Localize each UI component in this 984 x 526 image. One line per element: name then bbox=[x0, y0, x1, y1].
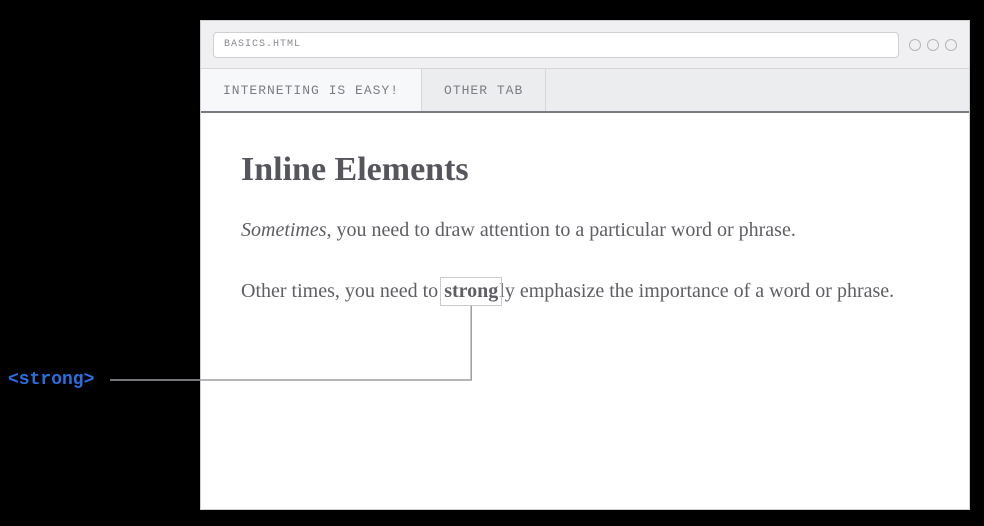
window-controls bbox=[909, 39, 957, 51]
page-title: Inline Elements bbox=[241, 151, 929, 189]
page-content: Inline Elements Sometimes, you need to d… bbox=[201, 113, 969, 375]
paragraph-1: Sometimes, you need to draw attention to… bbox=[241, 215, 929, 246]
paragraph-text: ly emphasize the importance of a word or… bbox=[499, 280, 894, 302]
tab-label: OTHER TAB bbox=[444, 83, 523, 98]
tab-active[interactable]: INTERNETING IS EASY! bbox=[201, 69, 422, 111]
tabs-row: INTERNETING IS EASY! OTHER TAB bbox=[201, 69, 969, 113]
tab-label: INTERNETING IS EASY! bbox=[223, 83, 399, 98]
browser-window: BASICS.HTML INTERNETING IS EASY! OTHER T… bbox=[200, 20, 970, 510]
paragraph-text: Other times, you need to bbox=[241, 280, 443, 302]
window-control-icon[interactable] bbox=[945, 39, 957, 51]
emphasized-text: Sometimes, bbox=[241, 219, 332, 241]
tab-other[interactable]: OTHER TAB bbox=[422, 69, 546, 111]
paragraph-2: Other times, you need to strongly emphas… bbox=[241, 276, 929, 307]
annotation-label-strong: <strong> bbox=[8, 370, 94, 390]
address-bar[interactable]: BASICS.HTML bbox=[213, 32, 899, 58]
window-control-icon[interactable] bbox=[927, 39, 939, 51]
address-bar-url: BASICS.HTML bbox=[224, 39, 301, 50]
strong-text-highlight: strong bbox=[440, 277, 502, 306]
browser-chrome-top: BASICS.HTML bbox=[201, 21, 969, 69]
paragraph-text: you need to draw attention to a particul… bbox=[332, 219, 796, 241]
window-control-icon[interactable] bbox=[909, 39, 921, 51]
